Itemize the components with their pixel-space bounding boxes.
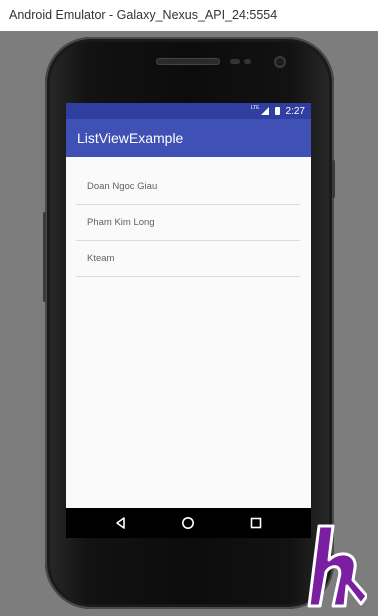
- network-label: LTE: [250, 105, 260, 111]
- status-icons: LTE 2:27: [251, 103, 305, 119]
- status-bar: LTE 2:27: [66, 103, 311, 119]
- app-bar: ListViewExample: [66, 119, 311, 157]
- phone-sensor-right: [244, 59, 251, 64]
- phone-speaker: [156, 58, 220, 65]
- home-icon[interactable]: [180, 515, 196, 531]
- list-view: Doan Ngoc Giau Pham Kim Long Kteam: [76, 169, 300, 277]
- phone-camera: [274, 56, 286, 68]
- navigation-bar: [66, 508, 311, 538]
- device-screen: LTE 2:27 ListViewExample Doan Ngoc Giau …: [66, 103, 311, 508]
- back-icon[interactable]: [113, 515, 129, 531]
- signal-icon: [260, 107, 269, 115]
- status-time: 2:27: [285, 105, 305, 117]
- list-item-doan-ngoc-giau[interactable]: Doan Ngoc Giau: [76, 169, 300, 205]
- battery-icon: [274, 107, 280, 115]
- list-item-pham-kim-long[interactable]: Pham Kim Long: [76, 205, 300, 241]
- list-item-kteam[interactable]: Kteam: [76, 241, 300, 277]
- app-title: ListViewExample: [77, 130, 184, 146]
- phone-sensor-left: [230, 59, 240, 64]
- kteam-logo: [307, 524, 367, 608]
- phone-side-button-left[interactable]: [43, 212, 46, 302]
- emulator-window-title: Android Emulator - Galaxy_Nexus_API_24:5…: [0, 0, 378, 31]
- phone-side-button-right[interactable]: [332, 160, 335, 198]
- recents-icon[interactable]: [248, 515, 264, 531]
